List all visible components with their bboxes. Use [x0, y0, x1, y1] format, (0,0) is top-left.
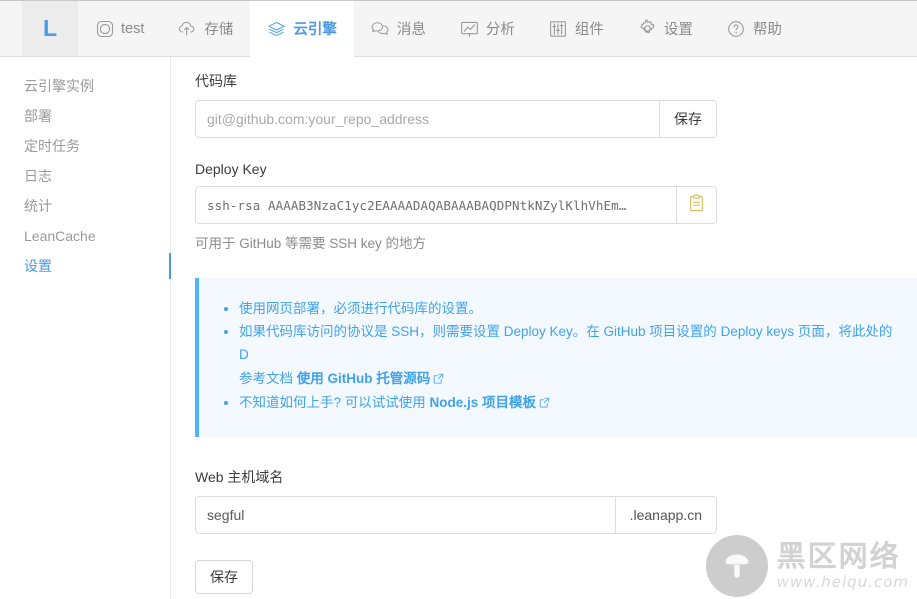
nav-item-label: 帮助 [752, 22, 782, 38]
web-domain-label: Web 主机域名 [195, 469, 284, 486]
nav-item-messages[interactable]: 消息 [354, 1, 443, 56]
chat-bubble-icon [371, 19, 390, 38]
app-circle-icon [95, 19, 114, 38]
sidebar-item-label: 统计 [24, 198, 52, 214]
web-domain-suffix: .leanapp.cn [614, 497, 716, 534]
nav-item-cloud-engine[interactable]: 云引擎 [250, 1, 354, 57]
watermark-url: www.heiqu.com [776, 573, 909, 591]
nav-item-analytics[interactable]: 分析 [443, 1, 532, 56]
sidebar-item-instances[interactable]: 云引擎实例 [0, 71, 170, 101]
watermark: 黑区网络 www.heiqu.com [705, 535, 909, 597]
nav-item-label: 存储 [204, 22, 234, 38]
repo-label: 代码库 [195, 73, 237, 89]
deploy-key-hint: 可用于 GitHub 等需要 SSH key 的地方 [195, 236, 427, 251]
web-domain-save-button[interactable]: 保存 [195, 560, 253, 595]
main-content: 代码库 git@github.com:your_repo_address 保存 … [171, 57, 917, 599]
github-doc-link[interactable]: 使用 GitHub 托管源码 [297, 371, 431, 386]
deploy-key-input[interactable]: ssh-rsa AAAAB3NzaC1yc2EAAAADAQABAAABAQDP… [196, 187, 676, 223]
nav-item-label: 分析 [485, 22, 515, 38]
nav-item-label: 组件 [574, 22, 604, 38]
alert-bullet-text: 不知道如何上手? 可以试试使用 [239, 394, 430, 410]
sidebar-item-logs[interactable]: 日志 [0, 161, 170, 191]
sidebar-item-label: 设置 [24, 258, 52, 274]
nav-item-test[interactable]: test [78, 1, 161, 56]
sidebar-item-label: 部署 [24, 108, 52, 124]
nav-item-components[interactable]: 组件 [532, 1, 621, 56]
nodejs-template-link[interactable]: Node.js 项目模板 [430, 395, 537, 410]
chart-board-icon [460, 19, 479, 38]
layers-icon [267, 19, 286, 38]
nav-item-label: test [121, 20, 145, 37]
gear-icon [638, 19, 657, 38]
external-link-icon [433, 368, 444, 391]
alert-bullet-text: 如果代码库访问的协议是 SSH，则需要设置 Deploy Key。在 GitHu… [239, 324, 893, 363]
sidebar-item-label: 日志 [24, 168, 52, 184]
top-navigation-bar: L test 存储 云引擎 消息 分析 组件 设置 帮助 [0, 0, 917, 57]
sidebar-item-scheduled-tasks[interactable]: 定时任务 [0, 131, 170, 161]
question-icon [727, 19, 746, 38]
nav-item-label: 设置 [663, 22, 693, 38]
nav-item-storage[interactable]: 存储 [161, 1, 250, 56]
sidebar: 云引擎实例 部署 定时任务 日志 统计 LeanCache 设置 [0, 57, 171, 599]
nav-item-label: 云引擎 [293, 22, 337, 38]
sidebar-item-leancache[interactable]: LeanCache [0, 221, 170, 251]
web-domain-input[interactable]: segful [196, 497, 615, 533]
page-body: 云引擎实例 部署 定时任务 日志 统计 LeanCache 设置 代码库 git… [0, 57, 917, 599]
alert-doc-prefix: 参考文档 [239, 370, 297, 386]
repo-input-group: git@github.com:your_repo_address 保存 [195, 100, 717, 138]
nav-item-help[interactable]: 帮助 [710, 1, 799, 56]
copy-deploy-key-button[interactable] [676, 187, 716, 223]
repo-info-alert: 使用网页部署，必须进行代码库的设置。 如果代码库访问的协议是 SSH，则需要设置… [195, 278, 917, 438]
sidebar-item-deploy[interactable]: 部署 [0, 101, 170, 131]
sidebar-item-statistics[interactable]: 统计 [0, 191, 170, 221]
alert-bullet: 如果代码库访问的协议是 SSH，则需要设置 Deploy Key。在 GitHu… [239, 320, 904, 391]
alert-bullet-text: 使用网页部署，必须进行代码库的设置。 [239, 301, 482, 316]
deploy-key-label: Deploy Key [195, 161, 267, 177]
sidebar-item-label: LeanCache [24, 228, 96, 244]
sidebar-item-label: 定时任务 [24, 138, 80, 154]
sidebar-item-label: 云引擎实例 [24, 78, 94, 94]
repo-save-button[interactable]: 保存 [659, 101, 716, 137]
repo-input[interactable]: git@github.com:your_repo_address [196, 101, 659, 137]
app-logo[interactable]: L [22, 1, 78, 56]
watermark-text: 黑区网络 www.heiqu.com [777, 542, 909, 590]
alert-bullet: 不知道如何上手? 可以试试使用 Node.js 项目模板 [239, 391, 904, 415]
deploy-key-input-group: ssh-rsa AAAAB3NzaC1yc2EAAAADAQABAAABAQDP… [195, 186, 717, 224]
web-domain-input-group: segful .leanapp.cn [195, 496, 717, 535]
nav-item-label: 消息 [396, 22, 426, 38]
clipboard-icon [688, 194, 705, 216]
sliders-icon [549, 19, 568, 38]
alert-bullet: 使用网页部署，必须进行代码库的设置。 [239, 297, 904, 320]
mushroom-icon [705, 535, 768, 597]
nav-item-settings[interactable]: 设置 [621, 1, 710, 56]
sidebar-item-settings[interactable]: 设置 [0, 251, 171, 281]
watermark-title: 黑区网络 [776, 539, 901, 573]
external-link-icon [539, 392, 550, 415]
cloud-upload-icon [178, 19, 197, 38]
